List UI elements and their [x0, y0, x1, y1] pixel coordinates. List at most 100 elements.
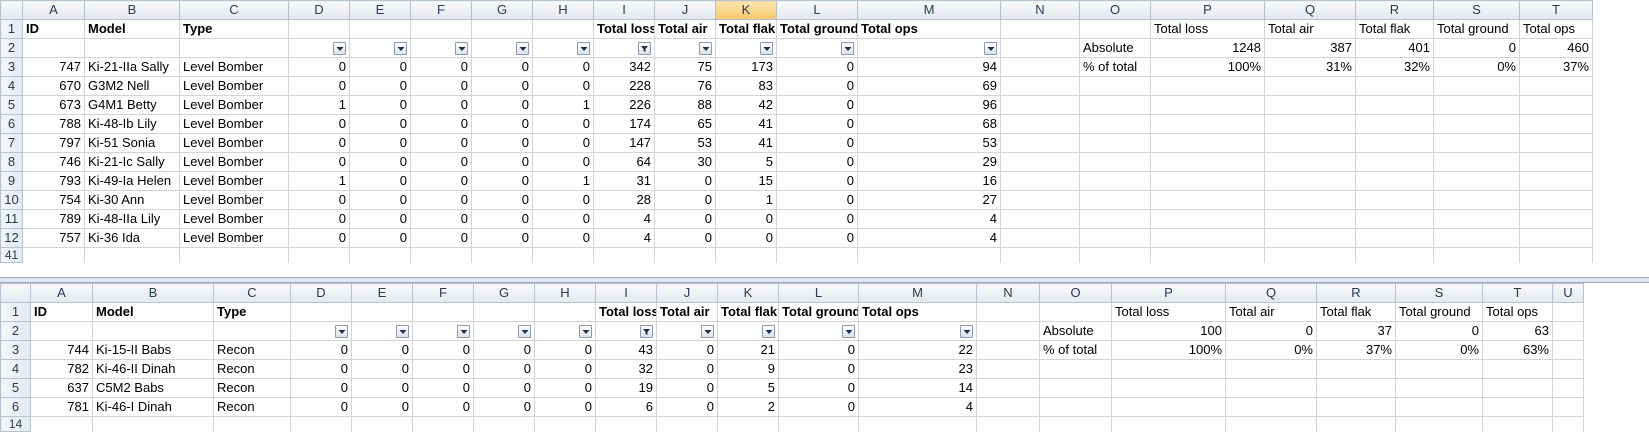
cell-s41[interactable] — [1433, 247, 1520, 263]
cell-i12[interactable]: 4 — [593, 228, 655, 248]
filter-dropdown-icon[interactable] — [762, 325, 775, 339]
cell-u14[interactable] — [1552, 416, 1584, 432]
cell-t3[interactable]: 63% — [1482, 340, 1553, 360]
cell-q12[interactable] — [1264, 228, 1356, 248]
cell-r11[interactable] — [1355, 209, 1434, 229]
cell-l2[interactable] — [776, 38, 858, 58]
filter-applied-icon[interactable] — [640, 325, 653, 339]
cell-k11[interactable]: 0 — [715, 209, 777, 229]
cell-g6[interactable]: 0 — [471, 114, 533, 134]
cell-e1[interactable] — [349, 19, 411, 39]
cell-f5[interactable]: 0 — [410, 95, 472, 115]
column-header-a[interactable]: A — [30, 283, 93, 303]
cell-t6[interactable] — [1482, 397, 1553, 417]
cell-l1[interactable]: Total ground — [778, 302, 859, 322]
cell-j8[interactable]: 30 — [654, 152, 716, 172]
column-header-m[interactable]: M — [857, 0, 1001, 20]
cell-n5[interactable] — [976, 378, 1040, 398]
cell-e9[interactable]: 0 — [349, 171, 411, 191]
cell-q3[interactable]: 0% — [1225, 340, 1317, 360]
cell-k1[interactable]: Total flak — [717, 302, 779, 322]
column-header-h[interactable]: H — [534, 283, 596, 303]
filter-dropdown-icon[interactable] — [457, 325, 470, 339]
filter-dropdown-icon[interactable] — [699, 42, 712, 56]
select-all-corner[interactable] — [0, 283, 31, 303]
cell-j11[interactable]: 0 — [654, 209, 716, 229]
cell-l3[interactable]: 0 — [778, 340, 859, 360]
cell-f3[interactable]: 0 — [410, 57, 472, 77]
cell-s5[interactable] — [1395, 378, 1483, 398]
cell-a4[interactable]: 782 — [30, 359, 93, 379]
cell-m1[interactable]: Total ops — [858, 302, 977, 322]
cell-s4[interactable] — [1433, 76, 1520, 96]
cell-s4[interactable] — [1395, 359, 1483, 379]
cell-n1[interactable] — [1000, 19, 1080, 39]
cell-j3[interactable]: 75 — [654, 57, 716, 77]
column-header-k[interactable]: K — [717, 283, 779, 303]
cell-r6[interactable] — [1355, 114, 1434, 134]
cell-t41[interactable] — [1519, 247, 1593, 263]
cell-d6[interactable]: 0 — [290, 397, 352, 417]
cell-h41[interactable] — [532, 247, 594, 263]
filter-dropdown-icon[interactable] — [842, 325, 855, 339]
cell-s2[interactable]: 0 — [1395, 321, 1483, 341]
cell-r8[interactable] — [1355, 152, 1434, 172]
cell-t1[interactable]: Total ops — [1482, 302, 1553, 322]
filter-dropdown-icon[interactable] — [577, 42, 590, 56]
cell-i5[interactable]: 226 — [593, 95, 655, 115]
cell-q4[interactable] — [1264, 76, 1356, 96]
cell-c2[interactable] — [179, 38, 289, 58]
cell-d5[interactable]: 1 — [288, 95, 350, 115]
cell-m6[interactable]: 4 — [858, 397, 977, 417]
cell-k4[interactable]: 9 — [717, 359, 779, 379]
cell-g3[interactable]: 0 — [471, 57, 533, 77]
row-header-14[interactable]: 14 — [0, 416, 31, 432]
cell-k5[interactable]: 5 — [717, 378, 779, 398]
cell-h9[interactable]: 1 — [532, 171, 594, 191]
cell-j9[interactable]: 0 — [654, 171, 716, 191]
cell-c4[interactable]: Recon — [213, 359, 291, 379]
cell-d10[interactable]: 0 — [288, 190, 350, 210]
cell-j6[interactable]: 0 — [656, 397, 718, 417]
cell-n11[interactable] — [1000, 209, 1080, 229]
cell-s6[interactable] — [1433, 114, 1520, 134]
cell-p4[interactable] — [1150, 76, 1265, 96]
cell-p6[interactable] — [1111, 397, 1226, 417]
cell-n14[interactable] — [976, 416, 1040, 432]
cell-o1[interactable] — [1039, 302, 1112, 322]
cell-i4[interactable]: 228 — [593, 76, 655, 96]
cell-l4[interactable]: 0 — [776, 76, 858, 96]
cell-t3[interactable]: 37% — [1519, 57, 1593, 77]
cell-l41[interactable] — [776, 247, 858, 263]
cell-t2[interactable]: 460 — [1519, 38, 1593, 58]
cell-r10[interactable] — [1355, 190, 1434, 210]
cell-q5[interactable] — [1225, 378, 1317, 398]
filter-dropdown-icon[interactable] — [579, 325, 592, 339]
cell-n10[interactable] — [1000, 190, 1080, 210]
cell-g2[interactable] — [473, 321, 535, 341]
cell-u5[interactable] — [1552, 378, 1584, 398]
cell-m2[interactable] — [857, 38, 1001, 58]
cell-p7[interactable] — [1150, 133, 1265, 153]
cell-k8[interactable]: 5 — [715, 152, 777, 172]
cell-a2[interactable] — [22, 38, 85, 58]
row-header-8[interactable]: 8 — [0, 152, 23, 172]
cell-s9[interactable] — [1433, 171, 1520, 191]
cell-c7[interactable]: Level Bomber — [179, 133, 289, 153]
cell-u2[interactable] — [1552, 321, 1584, 341]
cell-j1[interactable]: Total air — [656, 302, 718, 322]
cell-o6[interactable] — [1079, 114, 1151, 134]
column-header-a[interactable]: A — [22, 0, 85, 20]
column-header-h[interactable]: H — [532, 0, 594, 20]
cell-q2[interactable]: 387 — [1264, 38, 1356, 58]
cell-t8[interactable] — [1519, 152, 1593, 172]
cell-j3[interactable]: 0 — [656, 340, 718, 360]
cell-f7[interactable]: 0 — [410, 133, 472, 153]
cell-b10[interactable]: Ki-30 Ann — [84, 190, 180, 210]
cell-o12[interactable] — [1079, 228, 1151, 248]
cell-h11[interactable]: 0 — [532, 209, 594, 229]
filter-dropdown-icon[interactable] — [701, 325, 714, 339]
cell-j10[interactable]: 0 — [654, 190, 716, 210]
cell-k12[interactable]: 0 — [715, 228, 777, 248]
cell-g41[interactable] — [471, 247, 533, 263]
